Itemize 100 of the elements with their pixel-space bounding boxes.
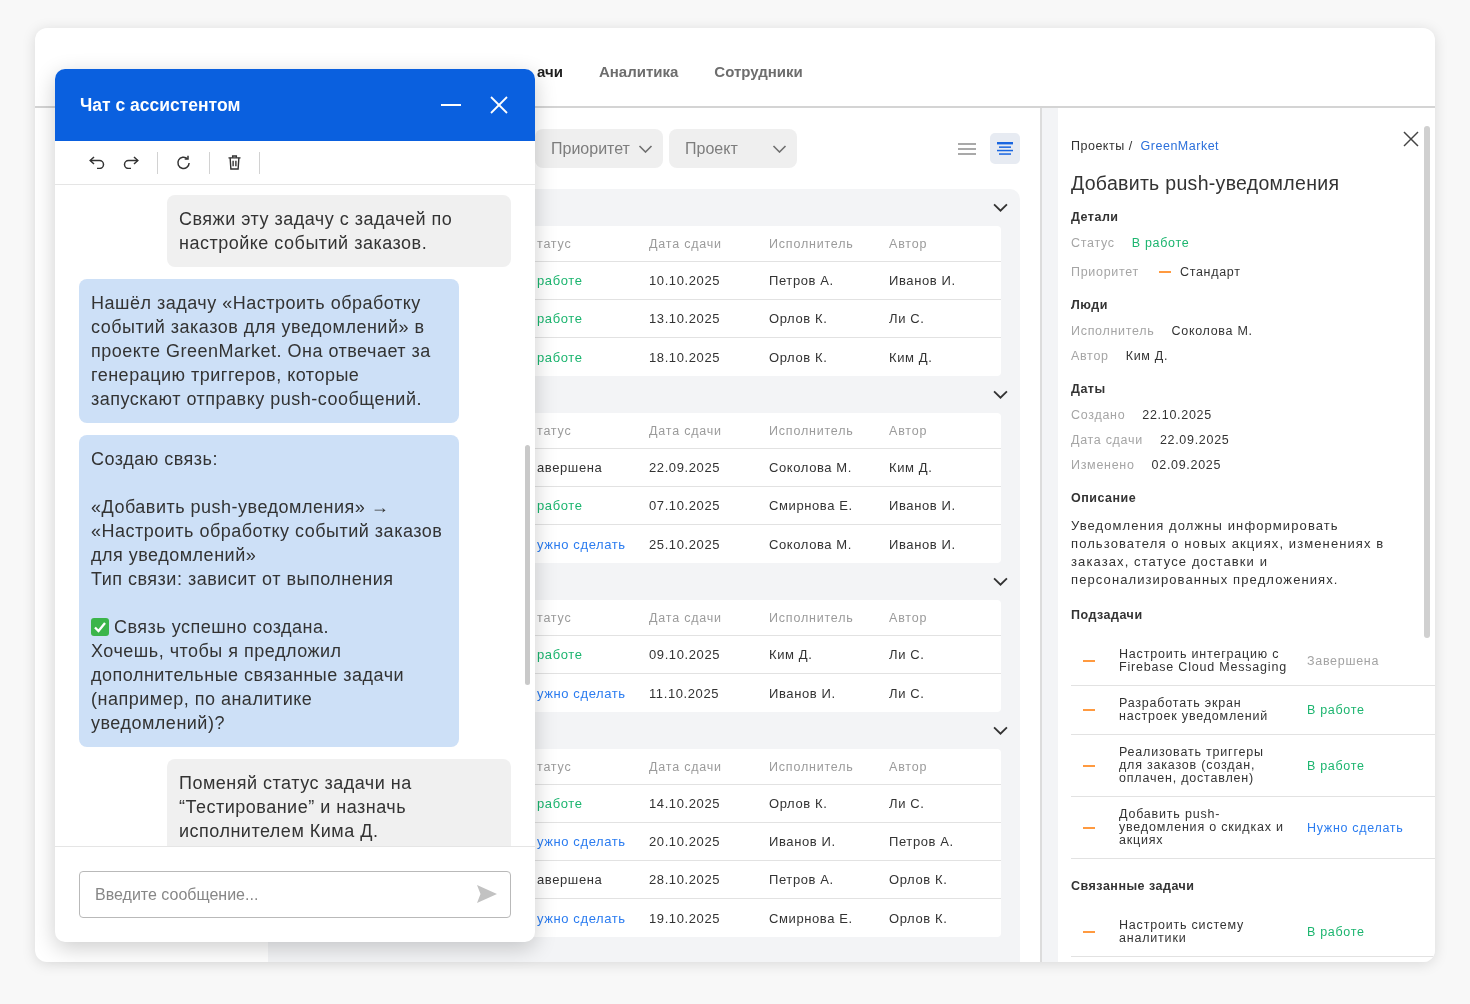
status-text: Завершена	[1307, 654, 1380, 668]
message-text: Тип связи: зависит от выполнения	[91, 568, 395, 591]
column-header: Автор	[889, 610, 929, 625]
column-header: Дата сдачи	[649, 423, 723, 438]
status-text: Нужно сделать	[1307, 820, 1404, 835]
scrollbar-thumb[interactable]	[1424, 126, 1430, 638]
column-header: татус	[537, 610, 573, 625]
table-cell-text: Ким Д.	[889, 460, 934, 475]
section-heading: Связанные задачи	[1071, 878, 1195, 895]
field-value: Стандарт	[1179, 264, 1241, 279]
table-cell-text: Смирнова Е.	[769, 498, 854, 513]
table-cell-text: Ли С.	[889, 685, 926, 701]
task-link[interactable]: Настроить систему аналитики	[1119, 919, 1307, 945]
status-text: работе	[537, 273, 584, 288]
table-cell-text: 18.10.2025	[649, 349, 722, 365]
table-cell-text: 22.09.2025	[649, 460, 722, 475]
status-text: ужно сделать	[537, 910, 627, 926]
message-input[interactable]: Введите сообщение...	[79, 871, 511, 918]
filter-dropdown[interactable]: Проект	[669, 129, 797, 168]
filter-dropdown[interactable]: Приоритет	[535, 129, 663, 168]
section-heading: Даты	[1071, 381, 1106, 398]
field-value: 02.09.2025	[1151, 457, 1222, 472]
task-title: Добавить push-уведомления	[1071, 171, 1340, 196]
chevron-icon[interactable]	[993, 203, 1008, 212]
field-label: Автор	[1071, 348, 1109, 363]
list-icon	[958, 142, 976, 155]
close-icon[interactable]	[1403, 131, 1419, 147]
column-header: Исполнитель	[769, 423, 855, 438]
refresh-icon[interactable]	[176, 155, 191, 170]
status-text: ужно сделать	[537, 536, 627, 552]
table-cell-text: 25.10.2025	[649, 536, 722, 552]
nav-tab[interactable]: ачи	[537, 62, 563, 80]
chevron-down-icon	[638, 144, 653, 153]
column-header: Дата сдачи	[649, 236, 723, 251]
status-text: ужно сделать	[537, 834, 627, 849]
chat-title: Чат с ассистентом	[80, 94, 242, 116]
table-cell-text: Ли С.	[889, 796, 926, 811]
message-text: «Добавить push-уведомления» → «Настроить обработку событий заказов для уведомлений»	[91, 496, 444, 567]
column-header: Автор	[889, 236, 929, 251]
message-text: Создаю связь:	[91, 448, 219, 471]
table-cell-text: Петров А.	[889, 834, 955, 849]
table-cell-text: 20.10.2025	[649, 834, 722, 849]
trash-icon[interactable]	[228, 155, 241, 170]
field-label: Статус	[1071, 235, 1115, 250]
view-toggle-button[interactable]	[990, 133, 1020, 164]
status-text: работе	[537, 647, 584, 662]
table-cell-text: Соколова М.	[769, 460, 853, 475]
table-cell-text: Иванов И.	[769, 834, 837, 849]
field-value: 22.10.2025	[1142, 407, 1212, 422]
field-label: Исполнитель	[1071, 323, 1155, 338]
message-text: Связь успешно создана.	[114, 616, 330, 639]
field-value: Соколова М.	[1171, 323, 1253, 338]
status-text: авершена	[537, 872, 604, 887]
task-link[interactable]: Настроить интеграцию с Firebase Cloud Messaging	[1119, 648, 1307, 674]
status-text: работе	[537, 498, 584, 513]
message-text: Хочешь, чтобы я предложил дополнительные связанные задачи (например, по аналитике уведомлений)?	[91, 640, 406, 735]
check-icon	[91, 618, 109, 636]
chevron-down-icon	[772, 144, 787, 153]
section-heading: Подзадачи	[1071, 607, 1143, 624]
table-cell-text: Ким Д.	[769, 647, 814, 662]
table-cell-text: Петров А.	[769, 872, 835, 887]
table-cell-text: Ким Д.	[889, 349, 934, 365]
field-label: Дата сдачи	[1071, 432, 1143, 447]
status-text: В работе	[1307, 703, 1365, 717]
status-text: В работе	[1131, 235, 1190, 250]
nav-tab[interactable]: Сотрудники	[714, 62, 803, 80]
table-cell-text: Ли С.	[889, 647, 926, 662]
table-cell-text: Соколова М.	[769, 536, 853, 552]
undo-icon[interactable]	[89, 156, 105, 169]
table-cell-text: Иванов И.	[889, 273, 957, 288]
message-text: Свяжи эту задачу с задачей по настройке событий заказов.	[179, 208, 454, 255]
table-cell-text: Ли С.	[889, 311, 926, 326]
table-cell-text: 28.10.2025	[649, 872, 722, 887]
section-heading: Люди	[1071, 297, 1108, 314]
column-header: Автор	[889, 759, 929, 774]
table-cell-text: Смирнова Е.	[769, 910, 854, 926]
task-link[interactable]: Добавить push-уведомления о скидках и акциях	[1119, 808, 1307, 847]
redo-icon[interactable]	[123, 156, 139, 169]
task-link[interactable]: Разработать экран настроек уведомлений	[1119, 697, 1307, 723]
status-text: авершена	[537, 460, 604, 475]
table-cell-text: Орлов К.	[889, 910, 949, 926]
table-cell-text: 11.10.2025	[649, 685, 721, 701]
table-cell-text: Орлов К.	[769, 349, 829, 365]
chevron-icon[interactable]	[993, 577, 1008, 586]
nav-tab[interactable]: Аналитика	[598, 62, 679, 80]
chevron-icon[interactable]	[993, 390, 1008, 399]
field-label: Создано	[1071, 407, 1126, 422]
status-text: работе	[537, 311, 584, 326]
section-heading: Описание	[1071, 490, 1137, 507]
chevron-icon[interactable]	[993, 726, 1008, 735]
table-cell-text: Орлов К.	[769, 311, 829, 326]
task-link[interactable]: Реализовать триггеры для заказов (создан, оплачен, доставлен)	[1119, 746, 1307, 785]
message-text: Нашёл задачу «Настроить обработку событий заказов для уведомлений» в проекте GreenMarket. Она отвечает за генерацию триггеров, которые запускают отправку push-сообщений.	[91, 292, 432, 411]
column-header: Исполнитель	[769, 759, 855, 774]
table-cell-text: 19.10.2025	[649, 910, 722, 926]
scrollbar-thumb[interactable]	[525, 445, 530, 685]
table-cell-text: Орлов К.	[889, 872, 949, 887]
table-cell-text: Петров А.	[769, 273, 835, 288]
breadcrumb-link[interactable]: GreenMarket	[1140, 137, 1220, 155]
column-header: татус	[537, 759, 573, 774]
